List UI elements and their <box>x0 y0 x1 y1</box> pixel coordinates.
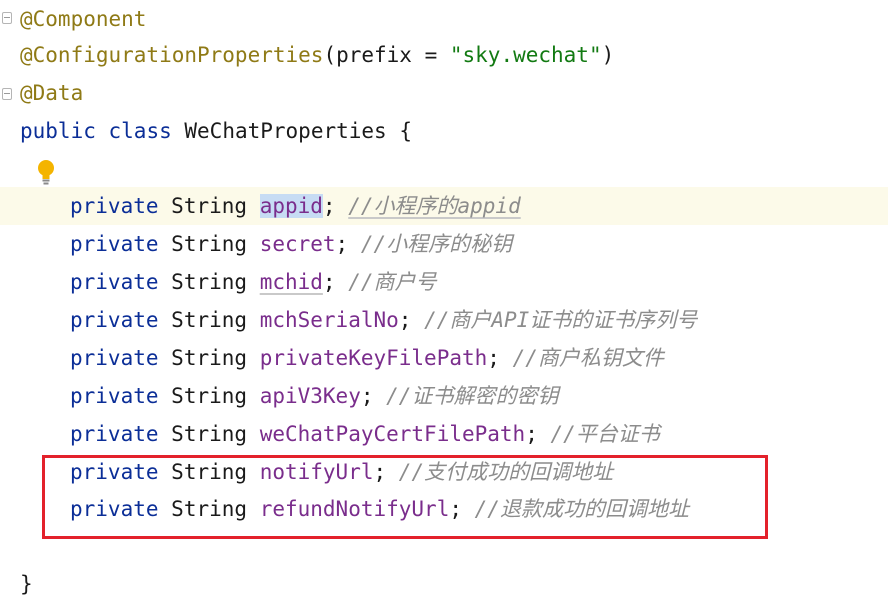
code-line-field[interactable]: private String weChatPayCertFilePath; //… <box>0 415 888 453</box>
semicolon: ; <box>373 460 387 484</box>
code-line-field[interactable]: private String appid; //小程序的appid <box>0 187 888 225</box>
field-type: String <box>171 384 248 408</box>
code-line-class-close[interactable]: } <box>0 565 888 603</box>
semicolon: ; <box>322 194 336 218</box>
class-name: WeChatProperties <box>184 119 387 143</box>
field-type: String <box>171 460 248 484</box>
code-line-field[interactable]: private String notifyUrl; //支付成功的回调地址 <box>0 453 888 491</box>
code-line-data-annotation[interactable]: @Data <box>0 74 888 112</box>
semicolon: ; <box>335 232 349 256</box>
field-name[interactable]: apiV3Key <box>260 384 361 408</box>
keyword-private: private <box>70 270 159 294</box>
field-type: String <box>171 270 248 294</box>
keyword-private: private <box>70 497 159 521</box>
keyword-private: private <box>70 346 159 370</box>
code-line-field[interactable]: private String mchSerialNo; //商户API证书的证书… <box>0 301 888 339</box>
code-line-component-annotation[interactable]: @Component <box>0 0 888 38</box>
code-editor[interactable]: @Component @ConfigurationProperties(pref… <box>0 0 888 606</box>
semicolon: ; <box>360 384 374 408</box>
semicolon: ; <box>525 422 538 446</box>
keyword-private: private <box>70 308 159 332</box>
keyword-class: class <box>108 119 172 143</box>
field-comment: //商户号 <box>348 270 437 294</box>
code-line-config-annotation[interactable]: @ConfigurationProperties(prefix = "sky.w… <box>0 36 888 74</box>
keyword-private: private <box>70 232 159 256</box>
field-name[interactable]: mchSerialNo <box>260 308 399 332</box>
field-type: String <box>171 346 248 370</box>
field-comment: //证书解密的密钥 <box>386 384 559 408</box>
lightbulb-icon[interactable] <box>36 158 56 186</box>
field-type: String <box>171 497 248 521</box>
field-type: String <box>171 194 248 218</box>
brace-open: { <box>399 119 412 143</box>
field-name[interactable]: appid <box>259 194 323 218</box>
field-name[interactable]: mchid <box>260 270 323 294</box>
keyword-private: private <box>70 422 159 446</box>
code-line-field[interactable]: private String apiV3Key; //证书解密的密钥 <box>0 377 888 415</box>
data-annotation: @Data <box>20 81 84 105</box>
keyword-private: private <box>70 384 159 408</box>
field-name[interactable]: privateKeyFilePath <box>260 346 488 370</box>
keyword-public: public <box>20 119 96 143</box>
field-type: String <box>171 422 248 446</box>
field-name[interactable]: weChatPayCertFilePath <box>260 422 526 446</box>
field-name[interactable]: refundNotifyUrl <box>260 497 450 521</box>
code-line-class-declaration[interactable]: public class WeChatProperties { <box>0 112 888 150</box>
field-type: String <box>171 308 248 332</box>
semicolon: ; <box>487 346 500 370</box>
config-annotation-close: ) <box>601 43 615 67</box>
field-comment: //小程序的appid <box>348 194 521 218</box>
field-comment: //小程序的秘钥 <box>360 232 513 256</box>
config-prefix-string: "sky.wechat" <box>449 43 602 67</box>
field-comment: //商户私钥文件 <box>512 346 664 370</box>
keyword-private: private <box>70 194 159 218</box>
code-line-field[interactable]: private String mchid; //商户号 <box>0 263 888 301</box>
field-type: String <box>171 232 248 256</box>
config-annotation-name: @ConfigurationProperties <box>20 43 324 67</box>
semicolon: ; <box>322 270 336 294</box>
config-annotation-args: (prefix = <box>323 43 450 67</box>
semicolon: ; <box>449 497 462 521</box>
field-comment: //商户API证书的证书序列号 <box>424 308 698 332</box>
field-comment: //支付成功的回调地址 <box>398 460 614 484</box>
component-annotation: @Component <box>20 7 147 31</box>
code-line-field[interactable]: private String refundNotifyUrl; //退款成功的回… <box>0 490 888 528</box>
field-name[interactable]: notifyUrl <box>260 460 374 484</box>
keyword-private: private <box>70 460 159 484</box>
semicolon: ; <box>398 308 412 332</box>
brace-close: } <box>20 572 33 596</box>
field-comment: //平台证书 <box>550 422 660 446</box>
field-name[interactable]: secret <box>260 232 336 256</box>
field-comment: //退款成功的回调地址 <box>474 497 689 521</box>
code-line-field[interactable]: private String secret; //小程序的秘钥 <box>0 225 888 263</box>
code-line-field[interactable]: private String privateKeyFilePath; //商户私… <box>0 339 888 377</box>
